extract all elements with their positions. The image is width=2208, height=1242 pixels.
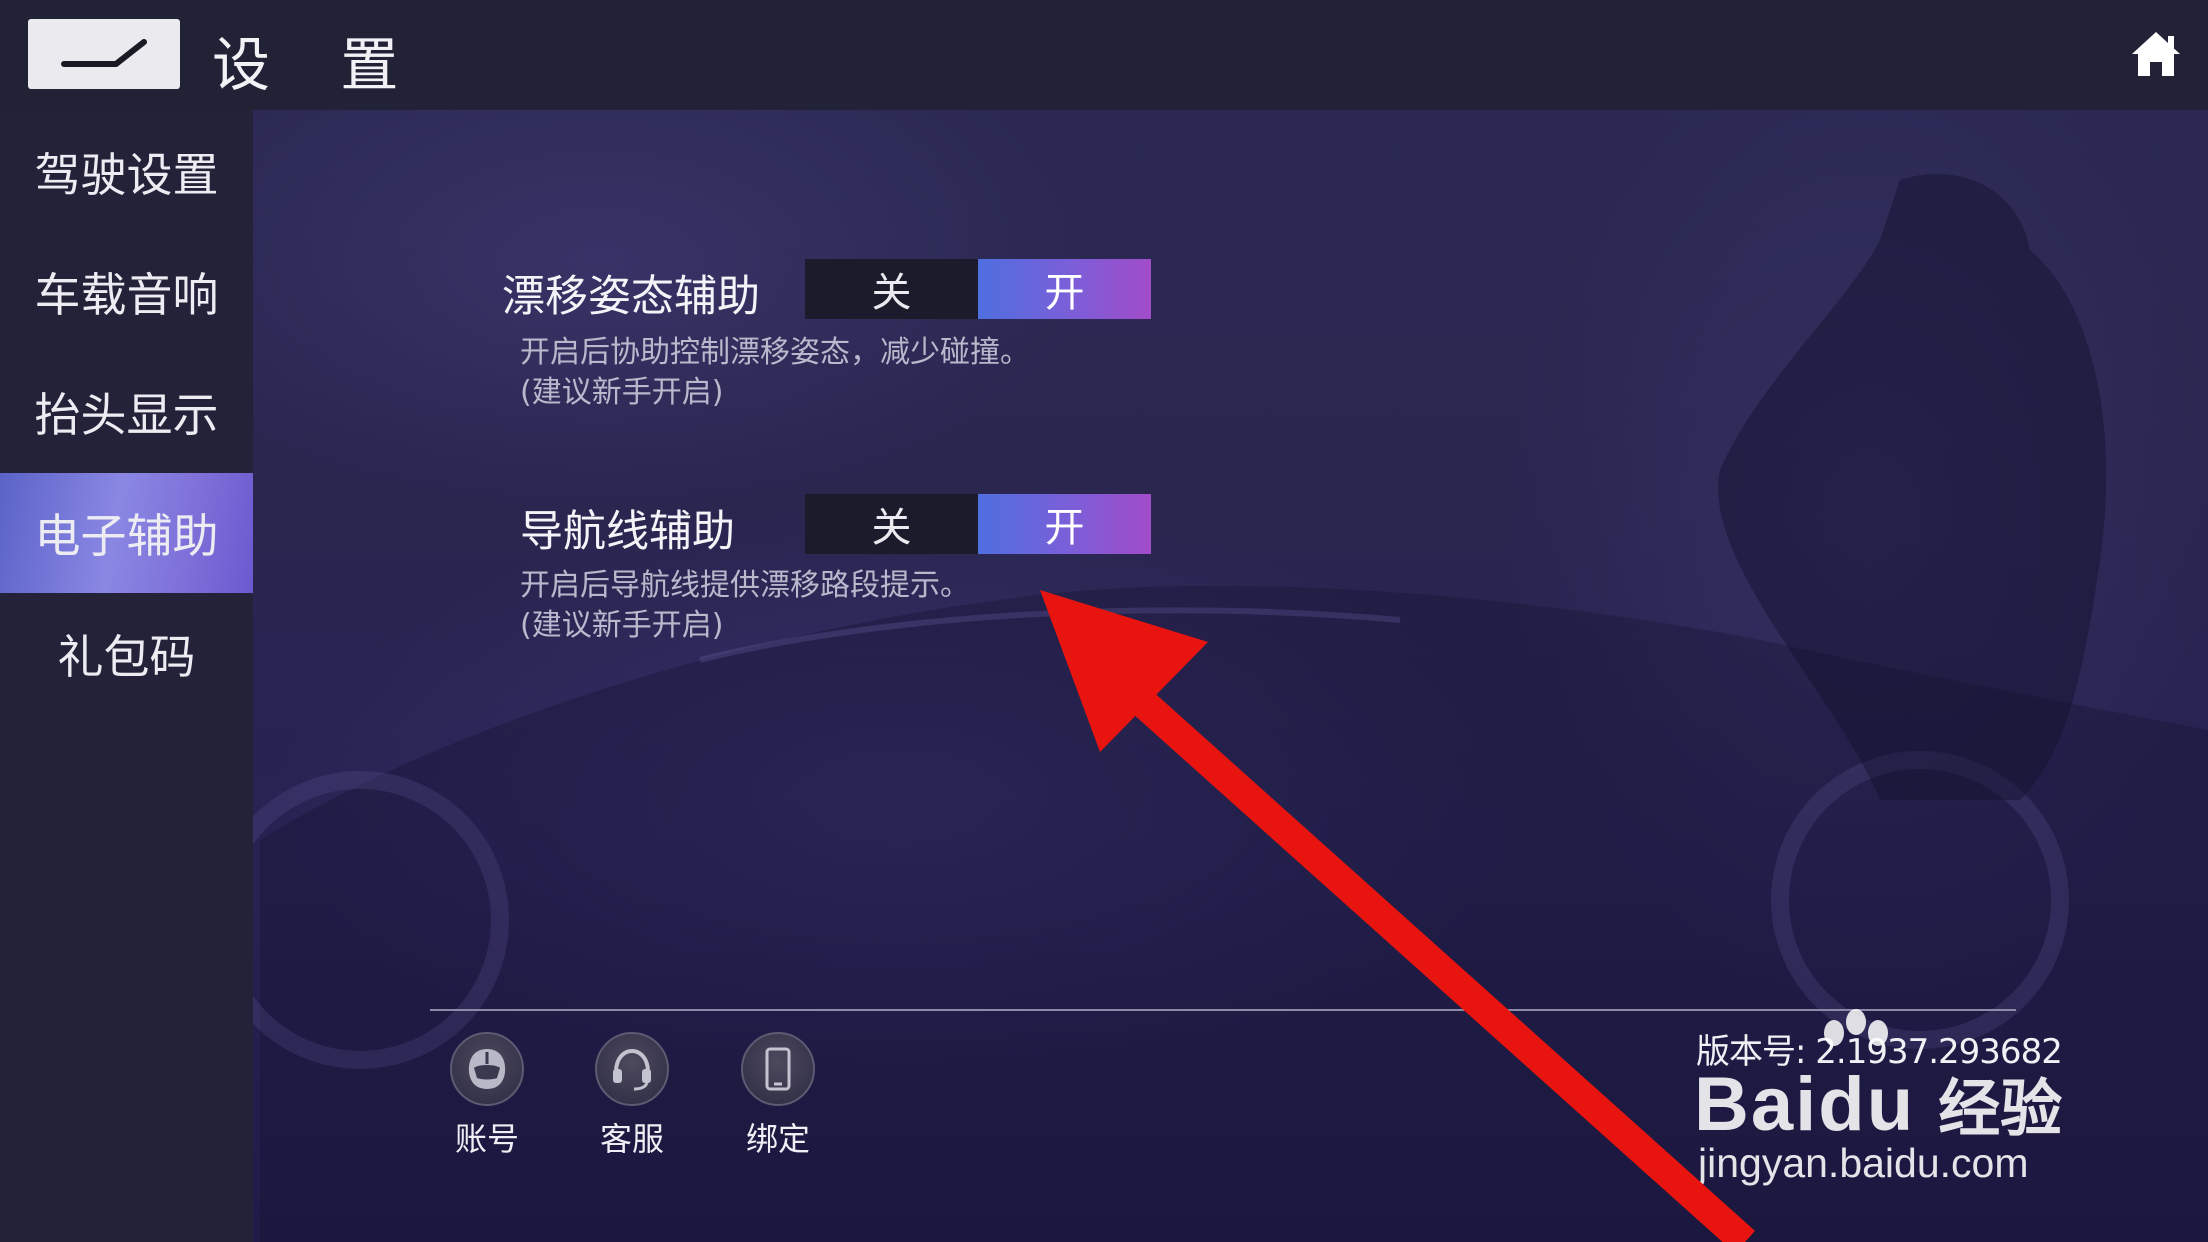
sidebar-item-car-audio[interactable]: 车载音响 — [0, 232, 253, 352]
sidebar-item-hud[interactable]: 抬头显示 — [0, 352, 253, 472]
phone-icon — [765, 1047, 791, 1091]
description-note: (建议新手开启) — [520, 608, 724, 643]
navline-assist-on-button[interactable]: 开 — [978, 494, 1151, 554]
page-title: 设 置 — [212, 31, 425, 99]
sidebar-item-label: 礼包码 — [57, 630, 196, 684]
bind-icon-circle — [741, 1032, 815, 1106]
navline-assist-off-button[interactable]: 关 — [805, 494, 978, 554]
sidebar-item-driving-settings[interactable]: 驾驶设置 — [0, 112, 253, 232]
home-icon — [2132, 32, 2180, 76]
description-note: (建议新手开启) — [520, 375, 724, 410]
back-arrow-icon — [61, 39, 147, 67]
account-icon-circle — [450, 1032, 524, 1106]
navline-assist-toggle: 关 开 — [805, 494, 1151, 554]
helmet-icon — [468, 1049, 506, 1089]
drift-assist-on-button[interactable]: 开 — [978, 259, 1151, 319]
navline-assist-description: 开启后导航线提供漂移路段提示。 (建议新手开启) — [520, 566, 970, 646]
top-bar: 设 置 — [0, 0, 2208, 110]
description-line: 开启后协助控制漂移姿态，减少碰撞。 — [520, 335, 1030, 370]
sidebar-item-label: 驾驶设置 — [34, 148, 219, 202]
sidebar-item-gift-code[interactable]: 礼包码 — [0, 594, 253, 714]
sidebar-item-label: 抬头显示 — [34, 388, 219, 442]
description-line: 开启后导航线提供漂移路段提示。 — [520, 568, 970, 603]
sidebar-item-label: 电子辅助 — [34, 509, 219, 563]
watermark-brand-latin2: du — [1818, 1062, 1916, 1147]
watermark-brand-cn: 经验 — [1938, 1075, 2063, 1144]
bind-label: 绑定 — [745, 1120, 810, 1158]
account-label: 账号 — [454, 1120, 519, 1158]
drift-assist-off-button[interactable]: 关 — [805, 259, 978, 319]
navline-assist-label: 导航线辅助 — [520, 507, 735, 557]
account-button[interactable]: 账号 — [437, 1032, 537, 1158]
customer-service-button[interactable]: 客服 — [582, 1032, 682, 1158]
sidebar-item-electronic-assist[interactable]: 电子辅助 — [0, 473, 253, 593]
watermark-brand-latin: Bai — [1694, 1062, 1819, 1147]
watermark-url: jingyan.baidu.com — [1698, 1140, 2029, 1186]
baidu-jingyan-watermark: Baidu 经验 jingyan.baidu.com — [1690, 1008, 2110, 1208]
watermark-brand: Baidu 经验 — [1694, 1058, 2062, 1148]
headset-icon — [613, 1048, 651, 1091]
customer-service-icon-circle — [595, 1032, 669, 1106]
customer-service-label: 客服 — [599, 1120, 664, 1158]
drift-assist-label: 漂移姿态辅助 — [502, 272, 760, 322]
drift-assist-description: 开启后协助控制漂移姿态，减少碰撞。 (建议新手开启) — [520, 333, 1030, 413]
sidebar-item-label: 车载音响 — [34, 268, 219, 322]
drift-assist-toggle: 关 开 — [805, 259, 1151, 319]
home-button[interactable] — [2128, 28, 2184, 80]
bind-button[interactable]: 绑定 — [728, 1032, 828, 1158]
back-button[interactable] — [28, 19, 180, 89]
